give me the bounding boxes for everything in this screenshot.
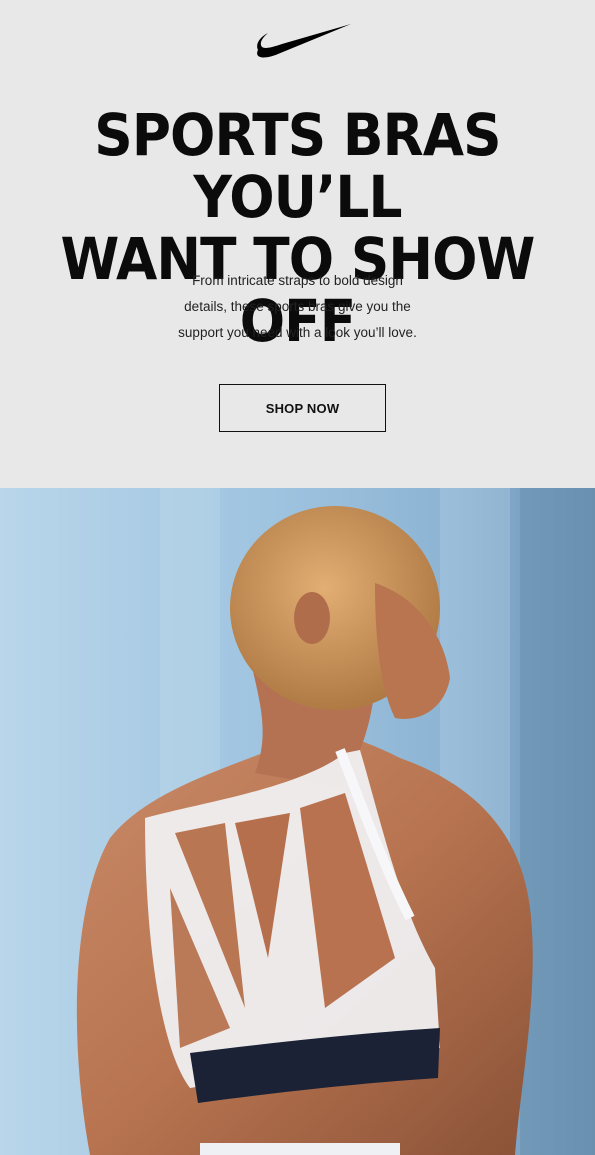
sports-bra-model-image [0, 488, 595, 1155]
header-section: SPORTS BRAS YOU’LL WANT TO SHOW OFF From… [0, 0, 595, 488]
nike-swoosh-icon[interactable] [256, 22, 352, 58]
body-copy-line-3: support you need with a look you’ll love… [178, 325, 417, 340]
body-copy-line-2: details, these sports bras give you the [184, 299, 411, 314]
shop-now-button[interactable]: SHOP NOW [219, 384, 386, 432]
hero-photo[interactable] [0, 488, 595, 1155]
body-copy-line-1: From intricate straps to bold design [192, 273, 403, 288]
email-page: SPORTS BRAS YOU’LL WANT TO SHOW OFF From… [0, 0, 595, 1155]
body-copy: From intricate straps to bold design det… [150, 268, 445, 346]
headline-line-1: SPORTS BRAS YOU’LL [94, 101, 501, 231]
